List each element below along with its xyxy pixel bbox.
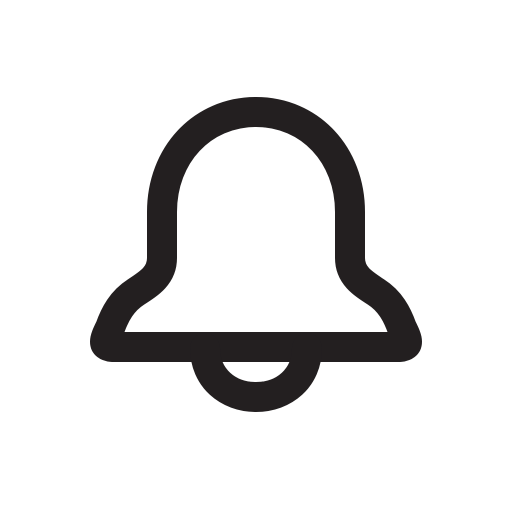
bell-icon-graphic — [90, 97, 422, 412]
bell-body-outline — [90, 97, 422, 362]
icon-canvas — [0, 0, 512, 512]
bell-icon — [0, 0, 512, 512]
